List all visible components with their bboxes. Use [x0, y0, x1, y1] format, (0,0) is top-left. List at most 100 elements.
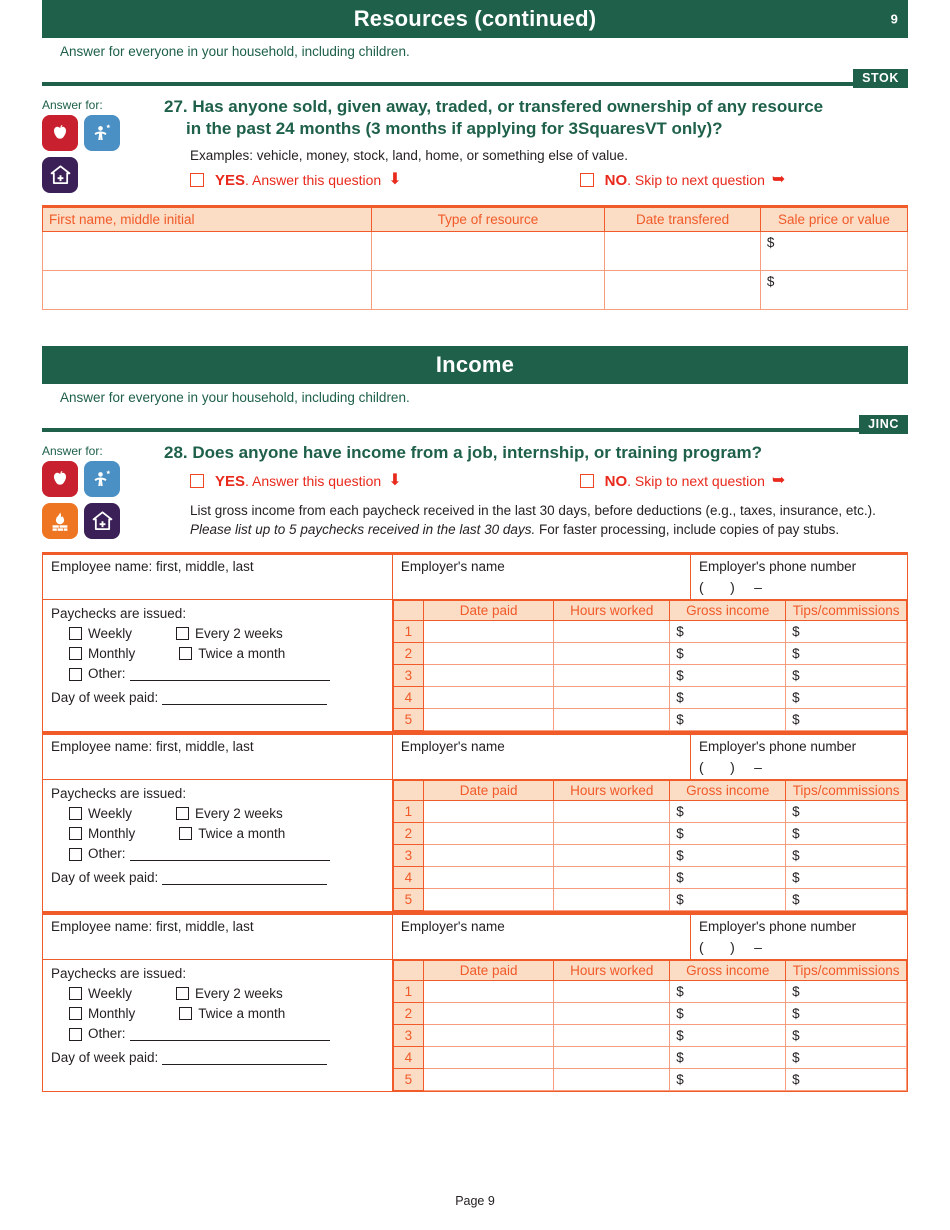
cell-sale-price[interactable]: $: [759, 270, 909, 310]
weekly-checkbox[interactable]: [69, 806, 82, 820]
cell-hours-worked[interactable]: [553, 663, 671, 687]
frequency-option-twice-a-month[interactable]: Twice a month: [179, 646, 285, 661]
cell-hours-worked[interactable]: [553, 799, 671, 823]
cell-tips-commissions[interactable]: $: [785, 1023, 907, 1047]
frequency-option-monthly[interactable]: Monthly: [69, 1006, 135, 1021]
cell-tips-commissions[interactable]: $: [785, 685, 907, 709]
cell-gross-income[interactable]: $: [669, 887, 787, 911]
frequency-option-weekly[interactable]: Weekly: [69, 626, 132, 641]
employer-name-field[interactable]: Employer's name: [393, 554, 691, 599]
frequency-option-twice-a-month[interactable]: Twice a month: [179, 1006, 285, 1021]
monthly-checkbox[interactable]: [69, 1006, 82, 1020]
weekly-checkbox[interactable]: [69, 986, 82, 1000]
cell-hours-worked[interactable]: [553, 1023, 671, 1047]
other-write-in[interactable]: [129, 667, 330, 681]
frequency-option-other[interactable]: Other:: [69, 666, 384, 681]
day-of-week-input[interactable]: [162, 871, 328, 885]
every-2-weeks-checkbox[interactable]: [176, 626, 190, 640]
employee-name-field[interactable]: Employee name: first, middle, last: [43, 554, 393, 599]
cell-tips-commissions[interactable]: $: [785, 641, 907, 665]
phone-entry-line[interactable]: () –: [699, 939, 899, 955]
cell-tips-commissions[interactable]: $: [785, 887, 907, 911]
cell-date-paid[interactable]: [422, 887, 555, 911]
cell-gross-income[interactable]: $: [669, 1001, 787, 1025]
employer-name-field[interactable]: Employer's name: [393, 914, 691, 959]
cell-date-paid[interactable]: [422, 1067, 555, 1091]
weekly-checkbox[interactable]: [69, 626, 82, 640]
cell-hours-worked[interactable]: [553, 707, 671, 731]
cell-first-name[interactable]: [42, 231, 372, 271]
cell-tips-commissions[interactable]: $: [785, 865, 907, 889]
yes-checkbox[interactable]: [190, 474, 204, 489]
cell-gross-income[interactable]: $: [669, 1067, 787, 1091]
employee-name-field[interactable]: Employee name: first, middle, last: [43, 914, 393, 959]
other-write-in[interactable]: [129, 847, 330, 861]
cell-gross-income[interactable]: $: [669, 619, 787, 643]
other-checkbox[interactable]: [69, 847, 82, 861]
cell-date-paid[interactable]: [422, 663, 555, 687]
cell-date-transfered[interactable]: [604, 270, 761, 310]
employee-name-field[interactable]: Employee name: first, middle, last: [43, 734, 393, 779]
cell-first-name[interactable]: [42, 270, 372, 310]
yes-checkbox[interactable]: [190, 173, 204, 187]
cell-date-paid[interactable]: [422, 685, 555, 709]
cell-gross-income[interactable]: $: [669, 821, 787, 845]
cell-hours-worked[interactable]: [553, 979, 671, 1003]
frequency-option-weekly[interactable]: Weekly: [69, 806, 132, 821]
twice-a-month-checkbox[interactable]: [179, 826, 193, 840]
cell-hours-worked[interactable]: [553, 685, 671, 709]
cell-gross-income[interactable]: $: [669, 843, 787, 867]
cell-date-paid[interactable]: [422, 843, 555, 867]
frequency-option-every-2-weeks[interactable]: Every 2 weeks: [176, 986, 283, 1001]
cell-hours-worked[interactable]: [553, 1045, 671, 1069]
frequency-option-other[interactable]: Other:: [69, 1026, 384, 1041]
cell-hours-worked[interactable]: [553, 1067, 671, 1091]
cell-gross-income[interactable]: $: [669, 663, 787, 687]
question-28-yes-option[interactable]: YES . Answer this question ⬇: [190, 473, 402, 490]
other-write-in[interactable]: [129, 1027, 330, 1041]
every-2-weeks-checkbox[interactable]: [176, 806, 190, 820]
employer-name-field[interactable]: Employer's name: [393, 734, 691, 779]
cell-hours-worked[interactable]: [553, 619, 671, 643]
cell-date-paid[interactable]: [422, 821, 555, 845]
cell-date-paid[interactable]: [422, 799, 555, 823]
cell-gross-income[interactable]: $: [669, 641, 787, 665]
cell-gross-income[interactable]: $: [669, 799, 787, 823]
cell-sale-price[interactable]: $: [759, 231, 909, 271]
frequency-option-twice-a-month[interactable]: Twice a month: [179, 826, 285, 841]
cell-tips-commissions[interactable]: $: [785, 821, 907, 845]
day-of-week-input[interactable]: [162, 691, 328, 705]
frequency-option-monthly[interactable]: Monthly: [69, 646, 135, 661]
cell-hours-worked[interactable]: [553, 887, 671, 911]
employer-phone-field[interactable]: Employer's phone number () –: [691, 915, 907, 959]
cell-type-of-resource[interactable]: [370, 270, 606, 310]
frequency-option-monthly[interactable]: Monthly: [69, 826, 135, 841]
cell-tips-commissions[interactable]: $: [785, 707, 907, 731]
question-28-no-option[interactable]: NO . Skip to next question ➥: [579, 473, 785, 490]
cell-tips-commissions[interactable]: $: [785, 619, 907, 643]
twice-a-month-checkbox[interactable]: [179, 1006, 193, 1020]
cell-hours-worked[interactable]: [553, 641, 671, 665]
cell-tips-commissions[interactable]: $: [785, 1067, 907, 1091]
cell-hours-worked[interactable]: [553, 821, 671, 845]
cell-date-paid[interactable]: [422, 641, 555, 665]
frequency-option-every-2-weeks[interactable]: Every 2 weeks: [176, 806, 283, 821]
cell-hours-worked[interactable]: [553, 865, 671, 889]
phone-entry-line[interactable]: () –: [699, 579, 899, 595]
cell-date-paid[interactable]: [422, 1001, 555, 1025]
twice-a-month-checkbox[interactable]: [179, 646, 193, 660]
question-27-yes-option[interactable]: YES . Answer this question ⬇: [190, 172, 402, 189]
day-of-week-input[interactable]: [162, 1051, 328, 1065]
cell-gross-income[interactable]: $: [669, 979, 787, 1003]
frequency-option-every-2-weeks[interactable]: Every 2 weeks: [176, 626, 283, 641]
frequency-option-weekly[interactable]: Weekly: [69, 986, 132, 1001]
cell-date-paid[interactable]: [422, 865, 555, 889]
cell-tips-commissions[interactable]: $: [785, 1045, 907, 1069]
cell-hours-worked[interactable]: [553, 1001, 671, 1025]
no-checkbox[interactable]: [579, 474, 594, 489]
cell-gross-income[interactable]: $: [669, 707, 787, 731]
cell-tips-commissions[interactable]: $: [785, 843, 907, 867]
cell-gross-income[interactable]: $: [669, 1045, 787, 1069]
cell-tips-commissions[interactable]: $: [785, 799, 907, 823]
cell-tips-commissions[interactable]: $: [785, 663, 907, 687]
